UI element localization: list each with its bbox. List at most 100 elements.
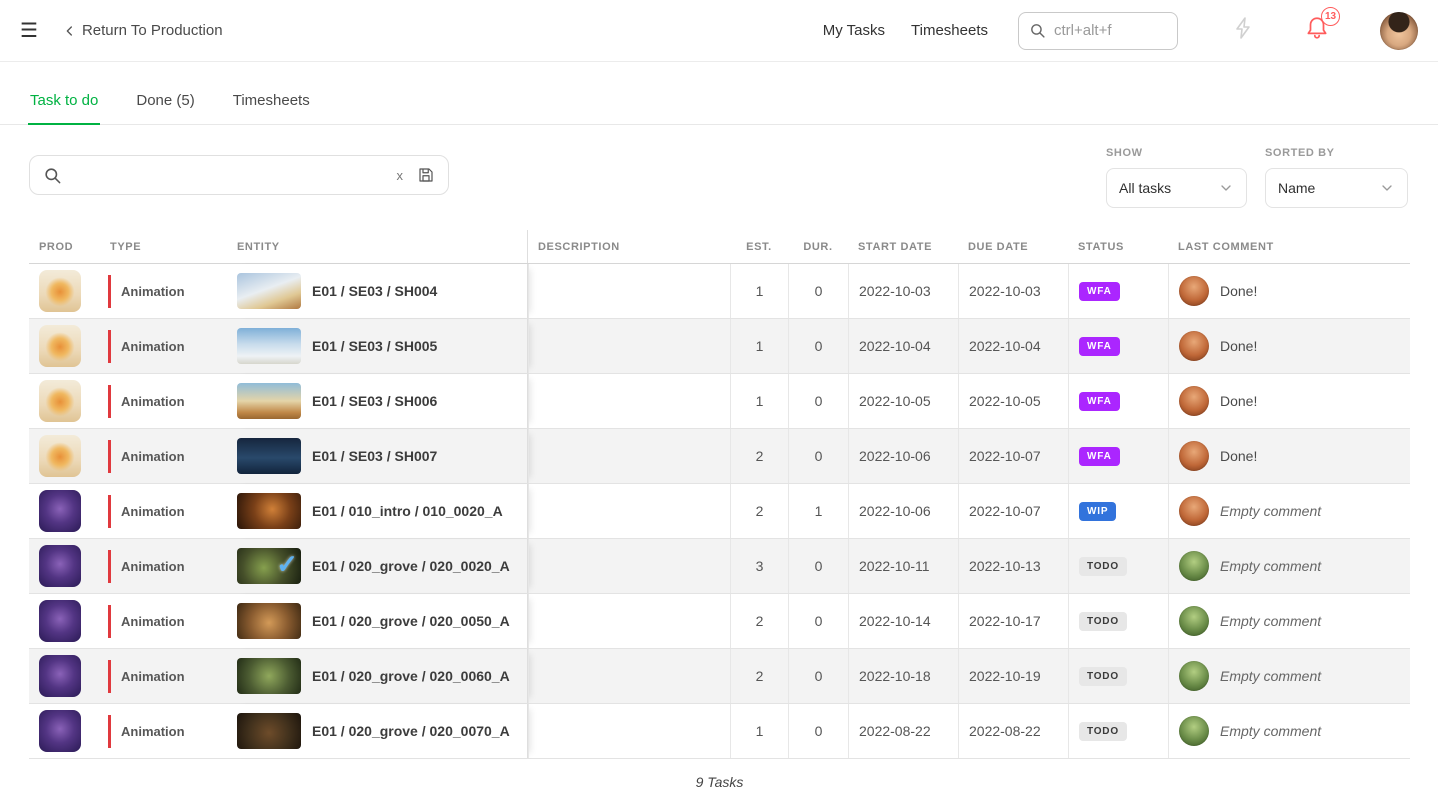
task-search-input[interactable] bbox=[72, 167, 383, 184]
estimation-value: 2 bbox=[756, 448, 764, 464]
duration-cell: 0 bbox=[788, 704, 848, 758]
entity-thumbnail[interactable]: ✓ bbox=[237, 548, 301, 584]
duration-value: 0 bbox=[815, 558, 823, 574]
comment-avatar bbox=[1179, 551, 1209, 581]
description-cell bbox=[528, 594, 730, 648]
entity-thumbnail[interactable] bbox=[237, 493, 301, 529]
tab-task-to-do[interactable]: Task to do bbox=[28, 78, 100, 125]
sort-filter-group: SORTED BY Name bbox=[1265, 147, 1408, 208]
prod-cell bbox=[29, 429, 100, 483]
prod-thumbnail bbox=[39, 490, 81, 532]
entity-name: E01 / SE03 / SH004 bbox=[312, 283, 437, 299]
start-date-value: 2022-10-05 bbox=[859, 393, 931, 409]
entity-thumbnail[interactable] bbox=[237, 328, 301, 364]
due-date-cell: 2022-10-07 bbox=[958, 429, 1068, 483]
start-date-value: 2022-10-06 bbox=[859, 503, 931, 519]
entity-thumbnail[interactable] bbox=[237, 658, 301, 694]
estimation-cell: 1 bbox=[730, 374, 788, 428]
description-cell bbox=[528, 264, 730, 318]
prod-thumbnail bbox=[39, 545, 81, 587]
table-row[interactable]: Animation E01 / SE03 / SH004 1 0 2022-10… bbox=[29, 264, 1410, 319]
hamburger-menu-button[interactable]: ☰ bbox=[20, 21, 38, 41]
type-cell: Animation bbox=[100, 704, 230, 758]
comment-cell: Empty comment bbox=[1168, 594, 1410, 648]
nav-timesheets[interactable]: Timesheets bbox=[911, 22, 988, 39]
header-prod: PROD bbox=[29, 230, 100, 263]
sort-select[interactable]: Name bbox=[1265, 168, 1408, 208]
thumbnail-check-icon: ✓ bbox=[276, 546, 298, 582]
comment-text: Empty comment bbox=[1220, 723, 1321, 739]
status-badge: WFA bbox=[1079, 392, 1120, 411]
table-row[interactable]: Animation E01 / 020_grove / 020_0050_A 2… bbox=[29, 594, 1410, 649]
task-type-label: Animation bbox=[108, 330, 185, 363]
comment-cell: Empty comment bbox=[1168, 704, 1410, 758]
comment-cell: Done! bbox=[1168, 429, 1410, 483]
header-type: TYPE bbox=[100, 230, 230, 263]
entity-cell: ✓ E01 / 020_grove / 020_0020_A bbox=[230, 539, 528, 593]
entity-thumbnail[interactable] bbox=[237, 438, 301, 474]
estimation-cell: 1 bbox=[730, 264, 788, 318]
duration-value: 0 bbox=[815, 723, 823, 739]
start-date-cell: 2022-10-03 bbox=[848, 264, 958, 318]
due-date-cell: 2022-10-04 bbox=[958, 319, 1068, 373]
show-select-value: All tasks bbox=[1119, 180, 1171, 196]
table-row[interactable]: Animation ✓ E01 / 020_grove / 020_0020_A… bbox=[29, 539, 1410, 594]
duration-value: 0 bbox=[815, 613, 823, 629]
comment-text: Empty comment bbox=[1220, 668, 1321, 684]
notifications-button[interactable]: 13 bbox=[1304, 15, 1330, 46]
entity-cell: E01 / SE03 / SH005 bbox=[230, 319, 528, 373]
comment-text: Done! bbox=[1220, 338, 1257, 354]
due-date-value: 2022-08-22 bbox=[969, 723, 1041, 739]
status-cell: WFA bbox=[1068, 429, 1168, 483]
table-row[interactable]: Animation E01 / 020_grove / 020_0070_A 1… bbox=[29, 704, 1410, 759]
sort-select-value: Name bbox=[1278, 180, 1315, 196]
status-cell: TODO bbox=[1068, 539, 1168, 593]
estimation-cell: 2 bbox=[730, 429, 788, 483]
tab-done[interactable]: Done (5) bbox=[134, 78, 196, 124]
entity-thumbnail[interactable] bbox=[237, 603, 301, 639]
entity-name: E01 / SE03 / SH007 bbox=[312, 448, 437, 464]
nav-my-tasks[interactable]: My Tasks bbox=[823, 22, 885, 39]
due-date-value: 2022-10-13 bbox=[969, 558, 1041, 574]
start-date-cell: 2022-10-04 bbox=[848, 319, 958, 373]
due-date-cell: 2022-10-13 bbox=[958, 539, 1068, 593]
quick-action-button[interactable] bbox=[1232, 16, 1256, 45]
global-search-input[interactable] bbox=[1054, 22, 1167, 39]
table-row[interactable]: Animation E01 / SE03 / SH005 1 0 2022-10… bbox=[29, 319, 1410, 374]
lightning-icon bbox=[1232, 16, 1256, 40]
show-select[interactable]: All tasks bbox=[1106, 168, 1247, 208]
table-row[interactable]: Animation E01 / 020_grove / 020_0060_A 2… bbox=[29, 649, 1410, 704]
entity-thumbnail[interactable] bbox=[237, 383, 301, 419]
table-row[interactable]: Animation E01 / SE03 / SH007 2 0 2022-10… bbox=[29, 429, 1410, 484]
clear-search-button[interactable]: x bbox=[393, 168, 408, 183]
back-to-production-link[interactable]: Return To Production bbox=[62, 22, 223, 39]
entity-thumbnail[interactable] bbox=[237, 713, 301, 749]
status-cell: TODO bbox=[1068, 704, 1168, 758]
start-date-value: 2022-10-11 bbox=[859, 558, 930, 574]
chevron-left-icon bbox=[62, 23, 78, 39]
table-row[interactable]: Animation E01 / SE03 / SH006 1 0 2022-10… bbox=[29, 374, 1410, 429]
duration-cell: 0 bbox=[788, 374, 848, 428]
save-search-button[interactable] bbox=[417, 166, 435, 184]
table-row[interactable]: Animation E01 / 010_intro / 010_0020_A 2… bbox=[29, 484, 1410, 539]
user-avatar[interactable] bbox=[1380, 12, 1418, 50]
status-badge: WFA bbox=[1079, 447, 1120, 466]
estimation-cell: 2 bbox=[730, 484, 788, 538]
tab-timesheets[interactable]: Timesheets bbox=[231, 78, 312, 124]
task-type-label: Animation bbox=[108, 495, 185, 528]
start-date-value: 2022-08-22 bbox=[859, 723, 931, 739]
start-date-cell: 2022-10-14 bbox=[848, 594, 958, 648]
task-type-label: Animation bbox=[108, 440, 185, 473]
entity-thumbnail[interactable] bbox=[237, 273, 301, 309]
notifications-badge: 13 bbox=[1321, 7, 1340, 26]
comment-cell: Done! bbox=[1168, 374, 1410, 428]
comment-text: Empty comment bbox=[1220, 613, 1321, 629]
header-duration: DUR. bbox=[788, 230, 848, 263]
due-date-value: 2022-10-07 bbox=[969, 448, 1041, 464]
type-cell: Animation bbox=[100, 374, 230, 428]
entity-cell: E01 / 020_grove / 020_0070_A bbox=[230, 704, 528, 758]
status-badge: WFA bbox=[1079, 282, 1120, 301]
show-label: SHOW bbox=[1106, 147, 1247, 159]
prod-thumbnail bbox=[39, 380, 81, 422]
type-cell: Animation bbox=[100, 264, 230, 318]
